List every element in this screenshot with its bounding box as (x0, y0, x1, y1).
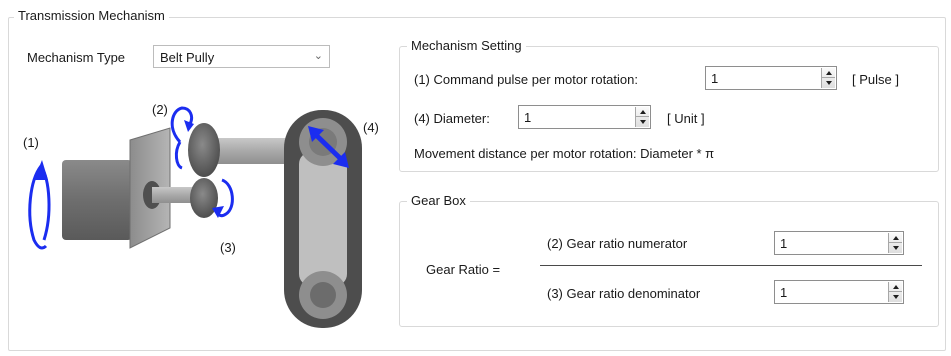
gear-denominator-spinner (888, 282, 902, 302)
gear-ratio-label: Gear Ratio = (426, 262, 501, 277)
triangle-down-icon (825, 81, 832, 85)
gear-numerator-down-button[interactable] (889, 243, 902, 253)
diameter-label: (4) Diameter: (414, 111, 490, 126)
command-pulse-up-button[interactable] (822, 68, 835, 78)
diameter-input[interactable]: 1 (518, 105, 651, 129)
triangle-down-icon (892, 295, 899, 299)
triangle-down-icon (892, 246, 899, 250)
triangle-up-icon (825, 70, 832, 75)
command-pulse-spinner (821, 68, 835, 88)
gear-denominator-up-button[interactable] (889, 282, 902, 292)
gear-numerator-spinner (888, 233, 902, 253)
mechanism-type-value: Belt Pully (160, 50, 215, 65)
gear-denominator-label: (3) Gear ratio denominator (547, 286, 701, 301)
diagram-label-1: (1) (23, 135, 39, 150)
transmission-mechanism-title: Transmission Mechanism (14, 8, 169, 23)
mechanism-type-select[interactable]: Belt Pully ⌄ (153, 45, 330, 68)
mechanism-setting-title: Mechanism Setting (407, 38, 526, 53)
diagram-label-2: (2) (152, 102, 168, 117)
gear-ratio-fraction-line (540, 265, 922, 266)
command-pulse-down-button[interactable] (822, 78, 835, 88)
diameter-spinner (635, 107, 649, 127)
mechanism-type-label: Mechanism Type (27, 50, 126, 65)
gear-denominator-value: 1 (780, 285, 788, 300)
gear-numerator-value: 1 (780, 236, 788, 251)
gear-box-title: Gear Box (407, 193, 470, 208)
command-pulse-input[interactable]: 1 (705, 66, 837, 90)
diagram-label-3: (3) (220, 240, 236, 255)
gear-denominator-down-button[interactable] (889, 292, 902, 302)
gear-numerator-input[interactable]: 1 (774, 231, 904, 255)
command-pulse-label: (1) Command pulse per motor rotation: (414, 72, 638, 87)
triangle-up-icon (892, 235, 899, 240)
diameter-unit: [ Unit ] (667, 111, 705, 126)
mechanism-diagram: (1) (2) (3) (4) (12, 80, 390, 345)
diameter-value: 1 (524, 110, 532, 125)
movement-formula-text: Movement distance per motor rotation: Di… (414, 146, 715, 161)
triangle-up-icon (892, 284, 899, 289)
gear-denominator-input[interactable]: 1 (774, 280, 904, 304)
diameter-down-button[interactable] (636, 117, 649, 127)
command-pulse-unit: [ Pulse ] (852, 72, 899, 87)
diagram-label-4: (4) (363, 120, 379, 135)
diameter-up-button[interactable] (636, 107, 649, 117)
gear-numerator-up-button[interactable] (889, 233, 902, 243)
triangle-down-icon (639, 120, 646, 124)
chevron-down-icon: ⌄ (313, 50, 323, 62)
gear-numerator-label: (2) Gear ratio numerator (547, 236, 688, 251)
triangle-up-icon (639, 109, 646, 114)
command-pulse-value: 1 (711, 71, 719, 86)
belt-pulley-illustration (28, 106, 362, 328)
